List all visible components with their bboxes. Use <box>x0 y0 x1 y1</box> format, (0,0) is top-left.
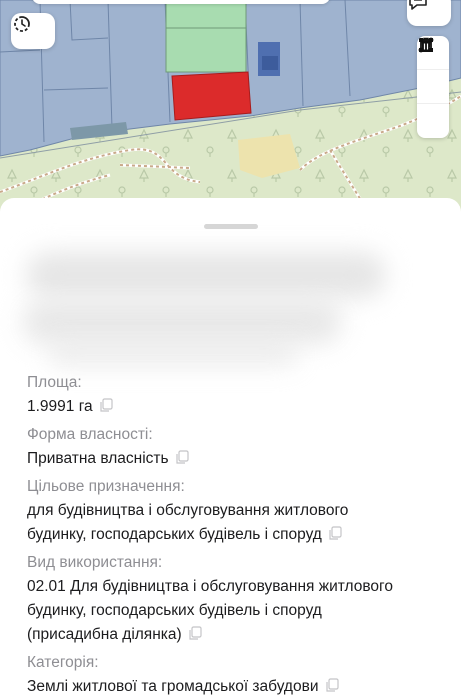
field-area: Площа: 1.9991 га <box>27 371 447 421</box>
copy-icon[interactable] <box>175 449 189 473</box>
measure-area-button[interactable] <box>417 38 449 104</box>
redacted-owner-info <box>18 238 398 368</box>
field-value: Приватна власність <box>27 447 447 473</box>
delete-drawing-button[interactable] <box>417 37 449 138</box>
map-tools-panel <box>417 36 449 138</box>
search-bar-edge[interactable] <box>32 0 330 4</box>
field-value: для будівництва і обслуговування житлово… <box>27 499 447 549</box>
map-canvas[interactable] <box>0 0 461 215</box>
category-value: Землі житлової та громадської забудови <box>27 678 319 695</box>
sheet-drag-handle[interactable] <box>204 224 258 229</box>
field-usage: Вид використання: 02.01 Для будівництва … <box>27 551 447 649</box>
parcel-info-sheet: Площа: 1.9991 га Форма власності: Приват… <box>0 198 461 700</box>
copy-icon[interactable] <box>99 397 113 421</box>
field-category: Категорія: Землі житлової та громадської… <box>27 651 447 700</box>
field-value: Землі житлової та громадської забудови <box>27 675 447 700</box>
field-value: 1.9991 га <box>27 395 447 421</box>
field-label: Площа: <box>27 374 82 391</box>
field-label: Цільове призначення: <box>27 478 185 495</box>
usage-value: 02.01 Для будівництва і обслуговування ж… <box>27 578 393 643</box>
history-button[interactable] <box>11 13 55 49</box>
field-value: 02.01 Для будівництва і обслуговування ж… <box>27 575 447 649</box>
area-value: 1.9991 га <box>27 398 93 415</box>
copy-icon[interactable] <box>328 525 342 549</box>
purpose-value: для будівництва і обслуговування житлово… <box>27 502 349 543</box>
field-label: Категорія: <box>27 654 99 671</box>
copy-icon[interactable] <box>325 677 339 700</box>
chat-button[interactable] <box>407 0 451 26</box>
parcel-attributes: Площа: 1.9991 га Форма власності: Приват… <box>27 371 447 700</box>
field-ownership: Форма власності: Приватна власність <box>27 423 447 473</box>
map-view[interactable] <box>0 0 461 215</box>
field-purpose: Цільове призначення: для будівництва і о… <box>27 475 447 549</box>
field-label: Вид використання: <box>27 554 163 571</box>
copy-icon[interactable] <box>188 625 202 649</box>
ownership-value: Приватна власність <box>27 450 169 467</box>
field-label: Форма власності: <box>27 426 153 443</box>
